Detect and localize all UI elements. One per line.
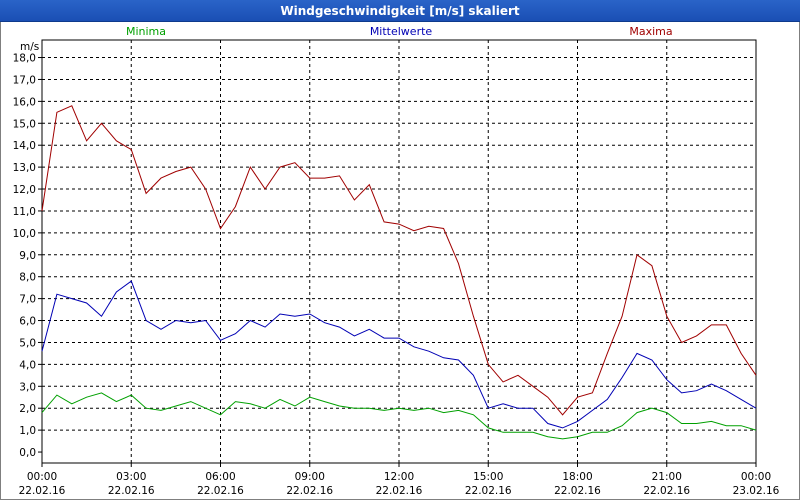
- y-tick-label: 5,0: [19, 337, 36, 349]
- y-tick-label: 12,0: [13, 184, 36, 196]
- x-tick-time-label: 21:00: [652, 471, 682, 483]
- legend-item-minima: Minima: [126, 25, 166, 38]
- x-tick-date-label: 22.02.16: [643, 485, 690, 497]
- y-axis-label: m/s: [20, 41, 39, 53]
- x-tick-time-label: 18:00: [562, 471, 592, 483]
- x-tick-time-label: 12:00: [384, 471, 414, 483]
- y-tick-label: 7,0: [19, 294, 36, 306]
- y-tick-label: 0,0: [19, 447, 36, 459]
- x-tick-time-label: 00:00: [27, 471, 57, 483]
- y-tick-label: 1,0: [19, 425, 36, 437]
- y-tick-label: 8,0: [19, 272, 36, 284]
- x-axis-ticks: 00:00 22.02.16 03:00 22.02.16 06:00 22.02.16 0…: [19, 463, 780, 497]
- x-tick-date-label: 22.02.16: [19, 485, 66, 497]
- legend-item-mittelwerte: Mittelwerte: [370, 25, 433, 38]
- y-tick-label: 4,0: [19, 359, 36, 371]
- x-tick-date-label: 22.02.16: [108, 485, 155, 497]
- x-tick-date-label: 22.02.16: [376, 485, 423, 497]
- y-tick-label: 2,0: [19, 403, 36, 415]
- x-tick-time-label: 09:00: [295, 471, 325, 483]
- y-tick-label: 9,0: [19, 250, 36, 262]
- y-tick-label: 18,0: [13, 53, 36, 65]
- x-tick-time-label: 06:00: [205, 471, 235, 483]
- y-tick-label: 3,0: [19, 381, 36, 393]
- y-tick-label: 13,0: [13, 162, 36, 174]
- y-tick-label: 15,0: [13, 118, 36, 130]
- legend-item-maxima: Maxima: [629, 25, 672, 38]
- y-tick-label: 11,0: [13, 206, 36, 218]
- x-tick-date-label: 22.02.16: [465, 485, 512, 497]
- legend: Minima Mittelwerte Maxima: [126, 25, 673, 38]
- x-tick-date-label: 22.02.16: [554, 485, 601, 497]
- x-tick-date-label: 23.02.16: [733, 485, 780, 497]
- y-tick-label: 14,0: [13, 140, 36, 152]
- x-tick-time-label: 03:00: [116, 471, 146, 483]
- y-tick-label: 17,0: [13, 74, 36, 86]
- x-tick-date-label: 22.02.16: [197, 485, 244, 497]
- y-tick-label: 10,0: [13, 228, 36, 240]
- y-axis-ticks: 0,0 1,0 2,0 3,0 4,0 5,0 6,0 7,0 8,0 9,0 10,0 11,0 12…: [13, 53, 42, 459]
- x-tick-time-label: 00:00: [741, 471, 771, 483]
- y-tick-label: 16,0: [13, 96, 36, 108]
- x-tick-time-label: 15:00: [473, 471, 503, 483]
- x-tick-date-label: 22.02.16: [286, 485, 333, 497]
- line-chart: 0,0 1,0 2,0 3,0 4,0 5,0 6,0 7,0 8,0 9,0 10,0 11,0 12…: [13, 25, 780, 497]
- y-tick-label: 6,0: [19, 316, 36, 328]
